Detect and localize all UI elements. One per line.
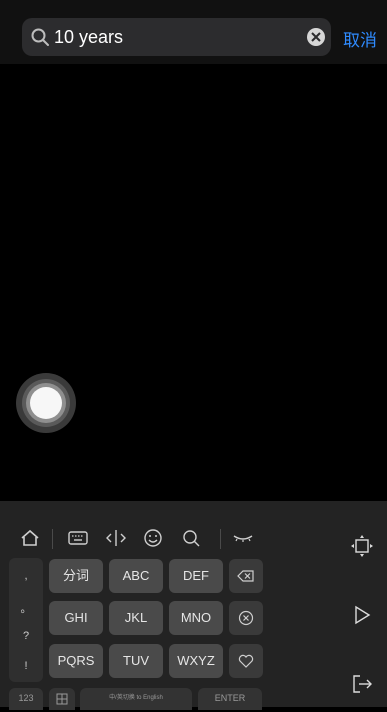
search-input[interactable] — [54, 18, 294, 56]
punct-key[interactable]: 。 — [9, 600, 43, 616]
clear-key[interactable] — [229, 601, 263, 635]
punctuation-column[interactable]: , 。 ? ! — [9, 558, 43, 682]
key-jkl[interactable]: JKL — [109, 601, 163, 635]
emoji-icon[interactable] — [142, 527, 164, 549]
clear-icon — [311, 32, 321, 42]
cancel-button[interactable]: 取消 — [343, 26, 377, 51]
collapse-keyboard-icon[interactable] — [232, 527, 254, 549]
key-mno[interactable]: MNO — [169, 601, 223, 635]
home-icon[interactable] — [19, 527, 41, 549]
clear-circle-icon — [238, 610, 254, 626]
grid-icon — [56, 693, 68, 705]
keyboard: , 。 ? ! 分词 ABC DEF GHI JKL MNO PQRS TUV … — [0, 501, 387, 710]
search-field[interactable] — [22, 18, 331, 56]
key-fenci[interactable]: 分词 — [49, 559, 103, 593]
keyboard-sidebar — [337, 501, 387, 707]
key-pqrs[interactable]: PQRS — [49, 644, 103, 678]
punct-key[interactable]: ? — [9, 630, 43, 642]
key-ghi[interactable]: GHI — [49, 601, 103, 635]
search-icon[interactable] — [180, 527, 202, 549]
toolbar-divider — [52, 529, 53, 549]
play-icon[interactable] — [350, 603, 374, 627]
keyboard-icon[interactable] — [67, 527, 89, 549]
key-wxyz[interactable]: WXYZ — [169, 644, 223, 678]
punct-key[interactable]: ! — [9, 660, 43, 672]
favorite-key[interactable] — [229, 644, 263, 678]
assistive-touch-button[interactable] — [16, 373, 76, 433]
key-tuv[interactable]: TUV — [109, 644, 163, 678]
clear-search-button[interactable] — [307, 28, 325, 46]
heart-icon — [238, 654, 254, 668]
key-def[interactable]: DEF — [169, 559, 223, 593]
toolbar-divider — [220, 529, 221, 549]
key-abc[interactable]: ABC — [109, 559, 163, 593]
search-icon — [31, 28, 49, 46]
punct-key[interactable]: , — [9, 570, 43, 582]
search-header: 取消 — [0, 0, 387, 64]
exit-icon[interactable] — [350, 672, 374, 696]
move-keyboard-icon[interactable] — [350, 534, 374, 558]
assistive-core — [30, 387, 62, 419]
cursor-move-icon[interactable] — [105, 527, 127, 549]
backspace-key[interactable] — [229, 559, 263, 593]
backspace-icon — [237, 570, 254, 582]
